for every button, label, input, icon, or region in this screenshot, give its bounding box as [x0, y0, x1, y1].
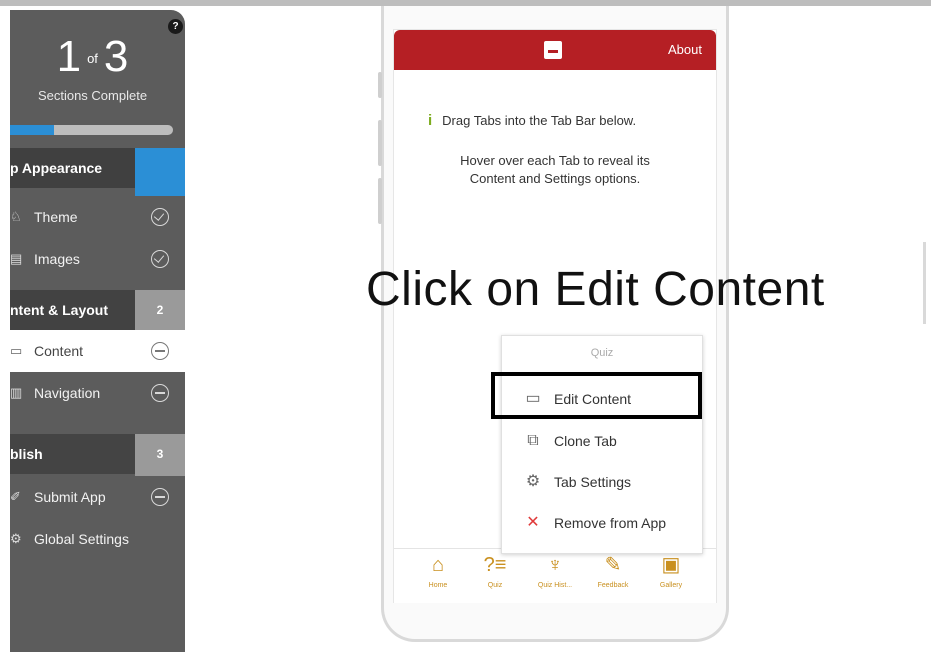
app-logo-icon	[544, 41, 562, 59]
hover-hint-line: Hover over each Tab to reveal its	[460, 153, 650, 168]
phone-side-button	[378, 120, 382, 166]
minus-circle-icon	[151, 488, 169, 506]
gears-icon: ⚙	[525, 473, 541, 490]
pencil-icon: ✐	[10, 489, 21, 504]
about-link[interactable]: About	[668, 42, 702, 57]
check-circle-icon	[151, 250, 169, 268]
menu-title: Quiz	[590, 347, 614, 359]
tab-quiz[interactable]: ?≡ Quiz	[468, 553, 522, 589]
tab-gallery[interactable]: ▣ Gallery	[644, 553, 698, 589]
tab-feedback[interactable]: ✎ Feedback	[586, 553, 640, 589]
minus-circle-icon	[151, 384, 169, 402]
brush-icon: ♘	[10, 209, 22, 224]
menu-item-label: Tab Settings	[554, 474, 632, 490]
instruction-caption: Click on Edit Content	[366, 263, 825, 316]
left-gutter	[0, 6, 10, 652]
sidebar-item-navigation[interactable]: ▥ Navigation	[10, 372, 185, 414]
sidebar-item-theme[interactable]: ♘ Theme	[10, 196, 185, 238]
progress-bar-fill	[10, 125, 54, 135]
image-icon: ▤	[10, 251, 23, 266]
progress-caption: Sections Complete	[37, 88, 148, 103]
hover-hint: Hover over each Tab to reveal its Conten…	[394, 152, 716, 188]
menu-item-label: Remove from App	[554, 515, 667, 531]
section-complete-badge	[135, 148, 185, 196]
section-app-appearance[interactable]: p Appearance	[10, 148, 185, 196]
sidebar-item-label: Images	[34, 251, 80, 267]
content-icon: ▭	[10, 343, 23, 358]
section-content-layout[interactable]: ntent & Layout 2	[10, 290, 185, 330]
section-number-badge: 2	[135, 290, 185, 330]
highlight-edit-content	[491, 372, 702, 419]
home-icon: ⌂	[431, 554, 445, 576]
tab-label: Feedback	[597, 582, 629, 589]
sidebar-item-label: Theme	[34, 209, 78, 225]
navigation-icon: ▥	[10, 385, 23, 400]
tab-home[interactable]: ⌂ Home	[411, 553, 465, 589]
menu-item-clone-tab[interactable]: ⧉ Clone Tab	[522, 426, 697, 456]
progress-counter: 1 of 3	[10, 32, 175, 84]
sidebar-item-label: Content	[34, 343, 84, 359]
menu-item-label: Clone Tab	[554, 433, 617, 449]
gallery-icon: ▣	[661, 554, 681, 576]
tab-label: Quiz Hist...	[537, 582, 573, 589]
wizard-sidebar: ? 1 of 3 Sections Complete p Appearance ♘ …	[10, 10, 185, 652]
sidebar-item-images[interactable]: ▤ Images	[10, 238, 185, 280]
hover-hint-line: Content and Settings options.	[469, 171, 641, 186]
tab-quiz-history[interactable]: ♆ Quiz Hist...	[528, 553, 582, 589]
sidebar-item-label: Navigation	[34, 385, 101, 401]
section-title: p Appearance	[10, 160, 103, 176]
progress-current: 1	[56, 32, 82, 81]
progress-total: 3	[103, 32, 129, 81]
section-number-badge: 3	[135, 434, 185, 476]
check-circle-icon	[151, 208, 169, 226]
sidebar-item-label: Submit App	[34, 489, 106, 505]
quiz-icon: ?≡	[483, 554, 507, 576]
sidebar-item-global-settings[interactable]: ⚙ Global Settings	[10, 518, 185, 560]
tab-label: Gallery	[659, 582, 683, 589]
tab-bar: ⌂ Home ?≡ Quiz ♆ Quiz Hist... ✎ Feedback…	[394, 548, 716, 603]
remove-icon: ✕	[526, 514, 540, 531]
section-title: ntent & Layout	[10, 302, 108, 318]
menu-item-tab-settings[interactable]: ⚙ Tab Settings	[522, 467, 697, 497]
trophy-icon: ♆	[547, 554, 563, 576]
tab-label: Quiz	[487, 582, 503, 589]
section-publish[interactable]: blish 3	[10, 434, 185, 476]
sidebar-item-content[interactable]: ▭ Content	[10, 330, 185, 372]
menu-item-remove-from-app[interactable]: ✕ Remove from App	[522, 508, 697, 538]
gear-icon: ⚙	[10, 531, 22, 546]
tab-label: Home	[428, 582, 448, 589]
app-header: About	[394, 30, 716, 70]
drag-hint-text: Drag Tabs into the Tab Bar below.	[442, 113, 637, 128]
minus-circle-icon	[151, 342, 169, 360]
sidebar-item-submit-app[interactable]: ✐ Submit App	[10, 476, 185, 518]
scroll-edge	[923, 242, 926, 324]
phone-side-button	[378, 178, 382, 224]
tab-context-menu: Quiz ▭ Edit Content ⧉ Clone Tab ⚙ Tab Se…	[501, 335, 703, 554]
feedback-icon: ✎	[604, 554, 622, 576]
progress-of: of	[87, 51, 98, 67]
clone-icon: ⧉	[527, 432, 539, 449]
drag-hint: i Drag Tabs into the Tab Bar below.	[428, 112, 636, 129]
sidebar-item-label: Global Settings	[34, 531, 129, 547]
info-icon: i	[428, 112, 433, 129]
section-title: blish	[10, 446, 43, 462]
phone-side-button	[378, 72, 382, 98]
progress-bar	[10, 125, 173, 135]
